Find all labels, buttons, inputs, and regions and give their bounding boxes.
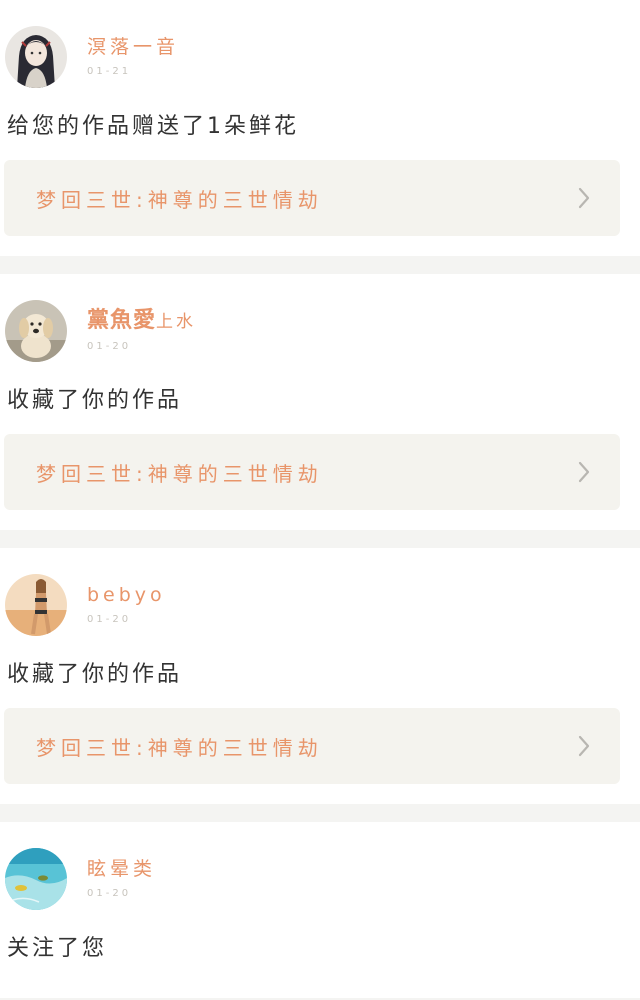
- username[interactable]: 黨魚愛上水: [87, 308, 196, 335]
- notification-date: 01-20: [87, 614, 132, 625]
- chevron-right-icon: [578, 735, 590, 757]
- ocean-fish-avatar-icon[interactable]: [5, 848, 67, 910]
- user-row: bebyo 01-20: [0, 574, 640, 638]
- chevron-right-icon: [578, 461, 590, 483]
- user-row: 溟落一音 01-21: [0, 26, 640, 90]
- username[interactable]: 眩晕类: [87, 856, 156, 882]
- username-text: bebyo: [87, 584, 166, 606]
- notification-date: 01-21: [87, 66, 132, 77]
- username-text: 眩晕类: [87, 858, 157, 880]
- work-title: 梦回三世:神尊的三世情劫: [36, 187, 323, 212]
- anime-girl-avatar-icon[interactable]: [5, 26, 67, 88]
- user-row: 眩晕类 01-20: [0, 848, 640, 912]
- user-row: 黨魚愛上水 01-20: [0, 300, 640, 364]
- notification-action-text: 收藏了你的作品: [7, 662, 183, 687]
- user-meta: 溟落一音 01-21: [87, 26, 179, 77]
- username-suffix-text: 上水: [156, 312, 197, 332]
- notification-feed: 溟落一音 01-21 给您的作品赠送了1朵鲜花 梦回三世:神尊的三世情劫 黨魚愛…: [0, 0, 640, 998]
- notification-card: bebyo 01-20 收藏了你的作品 梦回三世:神尊的三世情劫: [0, 548, 640, 804]
- notification-card: 黨魚愛上水 01-20 收藏了你的作品 梦回三世:神尊的三世情劫: [0, 274, 640, 530]
- work-title: 梦回三世:神尊的三世情劫: [36, 461, 323, 486]
- username-bold-text: 黨魚愛: [87, 308, 157, 333]
- username[interactable]: bebyo: [87, 582, 166, 608]
- user-meta: 黨魚愛上水 01-20: [87, 300, 196, 352]
- notification-date: 01-20: [87, 888, 132, 899]
- work-link-button[interactable]: 梦回三世:神尊的三世情劫: [4, 708, 620, 784]
- notification-action-text: 关注了您: [7, 936, 108, 961]
- beach-woman-avatar-icon[interactable]: [5, 574, 67, 636]
- notification-card: 眩晕类 01-20 关注了您: [0, 822, 640, 998]
- work-title: 梦回三世:神尊的三世情劫: [36, 735, 323, 760]
- chevron-right-icon: [578, 187, 590, 209]
- username-text: 溟落一音: [87, 36, 180, 58]
- notification-action-text: 给您的作品赠送了1朵鲜花: [7, 114, 299, 139]
- username[interactable]: 溟落一音: [87, 34, 179, 60]
- notification-date: 01-20: [87, 341, 132, 352]
- user-meta: bebyo 01-20: [87, 574, 166, 625]
- notification-card: 溟落一音 01-21 给您的作品赠送了1朵鲜花 梦回三世:神尊的三世情劫: [0, 0, 640, 256]
- work-link-button[interactable]: 梦回三世:神尊的三世情劫: [4, 160, 620, 236]
- user-meta: 眩晕类 01-20: [87, 848, 156, 899]
- work-link-button[interactable]: 梦回三世:神尊的三世情劫: [4, 434, 620, 510]
- puppy-avatar-icon[interactable]: [5, 300, 67, 362]
- notification-action-text: 收藏了你的作品: [7, 388, 183, 413]
